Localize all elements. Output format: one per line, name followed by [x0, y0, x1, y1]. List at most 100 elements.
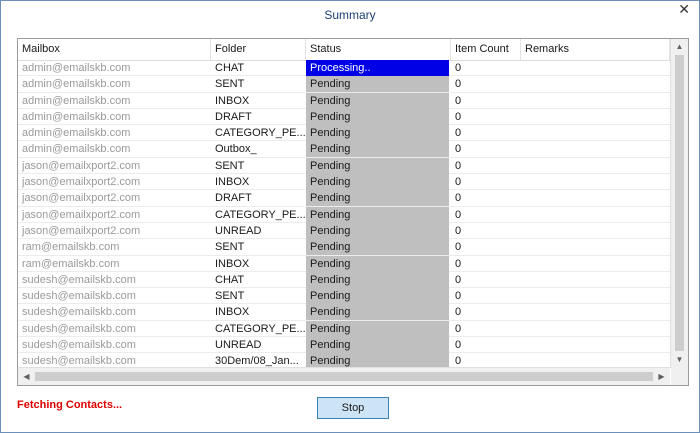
table-row[interactable]: admin@emailskb.com DRAFT Pending 0: [18, 108, 670, 126]
table-row[interactable]: sudesh@emailskb.com UNREAD Pending 0: [18, 337, 670, 354]
item-count-cell: 0: [455, 241, 462, 254]
mailbox-cell: sudesh@emailskb.com: [22, 306, 136, 319]
column-header-status[interactable]: Status: [306, 39, 451, 60]
mailbox-cell: admin@emailskb.com: [22, 62, 131, 74]
item-count-cell: 0: [455, 257, 462, 270]
status-cell: Pending: [306, 174, 449, 191]
mailbox-cell: sudesh@emailskb.com: [22, 290, 136, 303]
table-row[interactable]: admin@emailskb.com CATEGORY_PE... Pending 0: [18, 125, 670, 142]
status-cell: Pending: [306, 157, 449, 174]
table-row[interactable]: jason@emailxport2.com CATEGORY_PE... Pendi…: [18, 206, 670, 223]
status-cell: Pending: [306, 239, 449, 256]
table-row[interactable]: ram@emailskb.com INBOX Pending 0: [18, 255, 670, 272]
status-cell: Pending: [306, 271, 449, 288]
scroll-up-icon[interactable]: ▲: [671, 39, 688, 55]
folder-cell: SENT: [215, 159, 245, 172]
table-row[interactable]: sudesh@emailskb.com CATEGORY_PE... Pending…: [18, 320, 670, 338]
folder-cell: CATEGORY_PE...: [215, 322, 306, 335]
table-row[interactable]: sudesh@emailskb.com INBOX Pending 0: [18, 304, 670, 321]
folder-cell: DRAFT: [215, 110, 252, 123]
table-row[interactable]: ram@emailskb.com SENT Pending 0: [18, 239, 670, 256]
status-cell: Pending: [306, 108, 449, 125]
summary-grid[interactable]: Mailbox Folder Status Item Count Remarks…: [17, 38, 689, 386]
column-header-remarks[interactable]: Remarks: [521, 39, 670, 60]
status-cell: Processing..: [306, 60, 449, 76]
item-count-cell: 0: [455, 159, 462, 172]
folder-cell: SENT: [215, 78, 245, 91]
remarks-cell: [521, 337, 669, 353]
status-cell: Pending: [306, 222, 449, 239]
mailbox-cell: jason@emailxport2.com: [22, 159, 141, 172]
status-cell: Pending: [306, 190, 449, 207]
mailbox-cell: jason@emailxport2.com: [22, 192, 141, 205]
remarks-cell: [521, 141, 669, 157]
close-icon[interactable]: ✕: [678, 2, 690, 16]
remarks-cell: [521, 288, 669, 304]
mailbox-cell: jason@emailxport2.com: [22, 208, 141, 221]
mailbox-cell: admin@emailskb.com: [22, 110, 131, 123]
mailbox-cell: admin@emailskb.com: [22, 127, 131, 140]
item-count-cell: 0: [455, 273, 462, 286]
folder-cell: UNREAD: [215, 339, 262, 352]
table-row[interactable]: jason@emailxport2.com UNREAD Pending 0: [18, 222, 670, 240]
item-count-cell: 0: [455, 306, 462, 319]
mailbox-cell: jason@emailxport2.com: [22, 176, 141, 189]
scroll-left-icon[interactable]: ◀: [18, 368, 35, 385]
folder-cell: SENT: [215, 290, 245, 303]
vertical-scrollbar[interactable]: ▲ ▼: [670, 39, 688, 368]
summary-dialog: Summary ✕ Mailbox Folder Status Item Cou…: [0, 0, 700, 433]
table-row[interactable]: admin@emailskb.com INBOX Pending 0: [18, 92, 670, 109]
item-count-cell: 0: [455, 176, 462, 189]
table-row[interactable]: jason@emailxport2.com SENT Pending 0: [18, 157, 670, 175]
column-header-mailbox[interactable]: Mailbox: [18, 39, 211, 60]
item-count-cell: 0: [455, 208, 462, 221]
vertical-scroll-thumb[interactable]: [675, 55, 684, 351]
item-count-cell: 0: [455, 127, 462, 140]
table-row[interactable]: sudesh@emailskb.com SENT Pending 0: [18, 288, 670, 305]
mailbox-cell: jason@emailxport2.com: [22, 224, 141, 237]
remarks-cell: [521, 93, 669, 109]
table-row[interactable]: admin@emailskb.com Outbox_ Pending 0: [18, 141, 670, 158]
table-row[interactable]: sudesh@emailskb.com CHAT Pending 0: [18, 271, 670, 289]
folder-cell: DRAFT: [215, 192, 252, 205]
column-header-item-count[interactable]: Item Count: [451, 39, 521, 60]
remarks-cell: [521, 109, 669, 125]
table-row[interactable]: jason@emailxport2.com INBOX Pending 0: [18, 174, 670, 191]
mailbox-cell: admin@emailskb.com: [22, 143, 131, 156]
scroll-down-icon[interactable]: ▼: [671, 352, 688, 368]
scroll-right-icon[interactable]: ▶: [653, 368, 670, 385]
column-header-folder[interactable]: Folder: [211, 39, 306, 60]
remarks-cell: [521, 60, 669, 76]
status-cell: Pending: [306, 92, 449, 109]
item-count-cell: 0: [455, 290, 462, 303]
status-cell: Pending: [306, 76, 449, 93]
table-row[interactable]: admin@emailskb.com CHAT Processing.. 0: [18, 60, 670, 77]
status-cell: Pending: [306, 304, 449, 321]
folder-cell: SENT: [215, 241, 245, 254]
table-row[interactable]: admin@emailskb.com SENT Pending 0: [18, 76, 670, 93]
remarks-cell: [521, 304, 669, 320]
scrollbar-corner: [671, 368, 688, 385]
item-count-cell: 0: [455, 94, 462, 107]
folder-cell: INBOX: [215, 176, 250, 189]
remarks-cell: [521, 174, 669, 190]
item-count-cell: 0: [455, 143, 462, 156]
mailbox-cell: sudesh@emailskb.com: [22, 273, 136, 286]
table-row[interactable]: jason@emailxport2.com DRAFT Pending 0: [18, 190, 670, 207]
remarks-cell: [521, 190, 669, 206]
horizontal-scroll-thumb[interactable]: [35, 372, 653, 381]
folder-cell: INBOX: [215, 94, 250, 107]
remarks-cell: [521, 321, 669, 337]
mailbox-cell: ram@emailskb.com: [22, 241, 120, 254]
folder-cell: Outbox_: [215, 143, 257, 156]
remarks-cell: [521, 207, 669, 223]
status-cell: Pending: [306, 255, 449, 272]
remarks-cell: [521, 239, 669, 255]
status-cell: Pending: [306, 125, 449, 142]
status-cell: Pending: [306, 206, 449, 223]
status-cell: Pending: [306, 337, 449, 354]
stop-button[interactable]: Stop: [317, 397, 389, 419]
item-count-cell: 0: [455, 192, 462, 205]
folder-cell: CATEGORY_PE...: [215, 208, 306, 221]
horizontal-scrollbar[interactable]: ◀ ▶: [18, 367, 670, 385]
